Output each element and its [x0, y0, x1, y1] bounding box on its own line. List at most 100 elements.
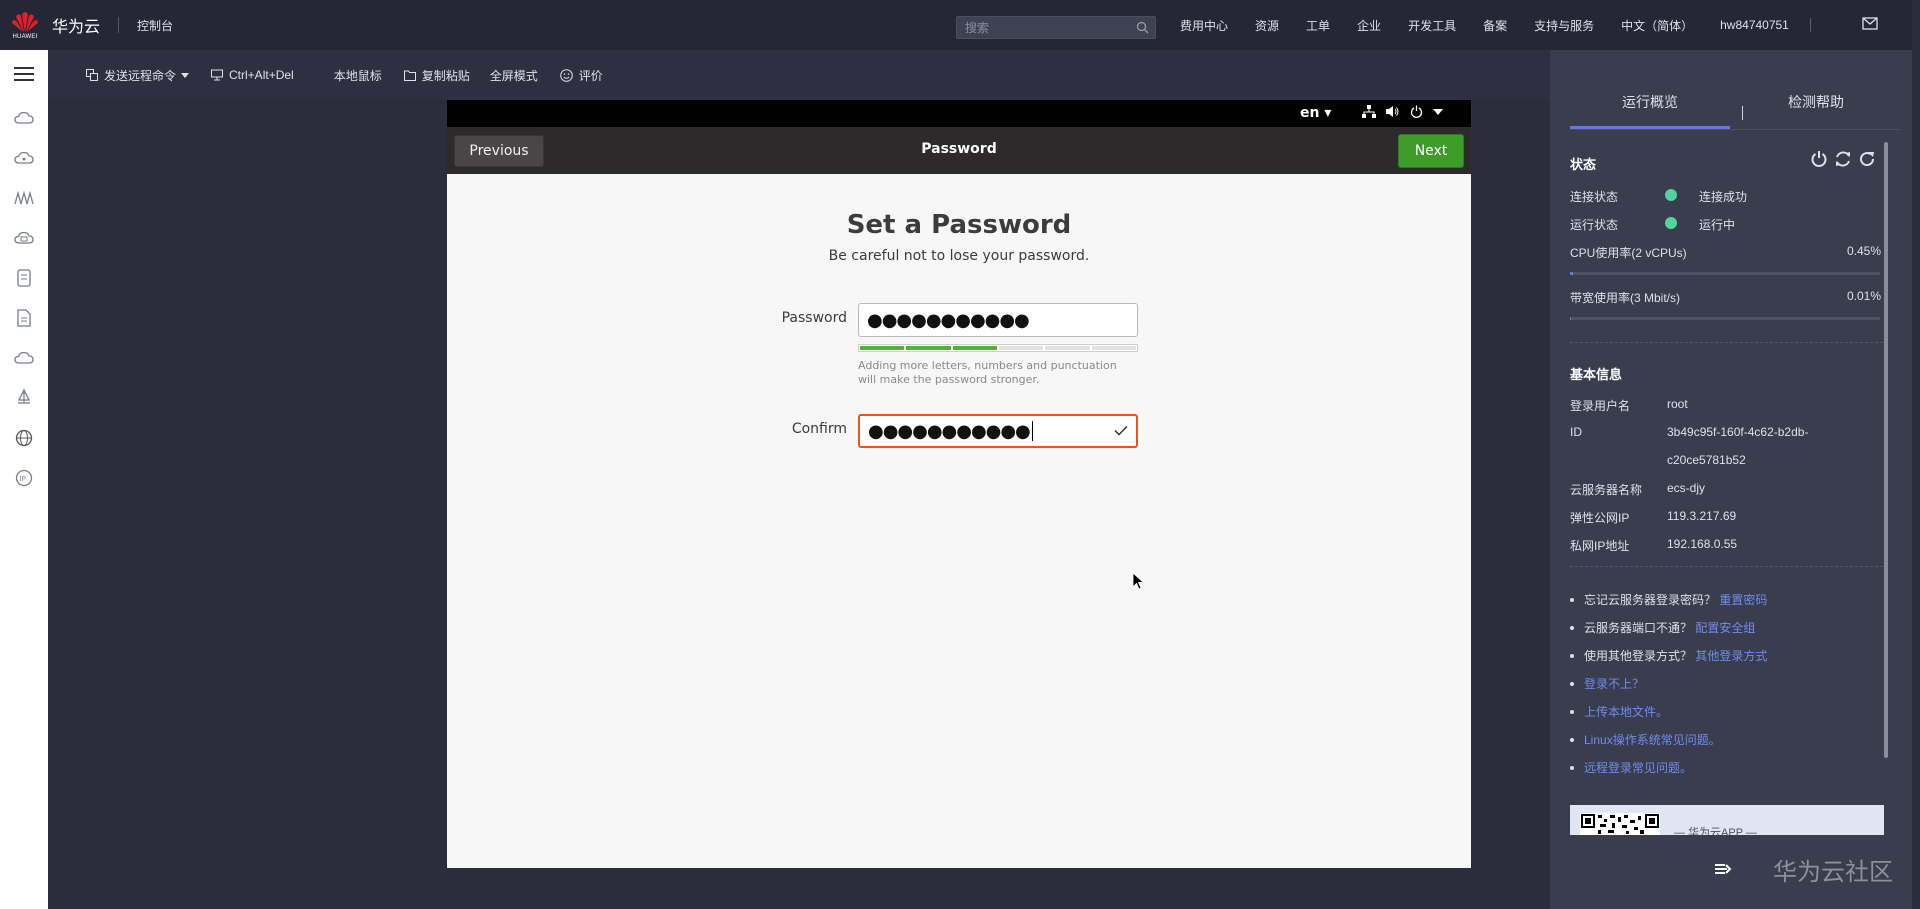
- remote-screen[interactable]: en ▾ Previous Password Next Set a Passwo…: [447, 100, 1471, 868]
- tab-overview[interactable]: 运行概览: [1622, 92, 1678, 112]
- password-field[interactable]: ●●●●●●●●●●●: [858, 303, 1138, 337]
- fullscreen-button[interactable]: 全屏模式: [490, 67, 538, 84]
- local-mouse-button[interactable]: 本地鼠标: [334, 67, 382, 84]
- mouse-pointer-icon: [1133, 573, 1144, 590]
- ctrl-alt-del-button[interactable]: Ctrl+Alt+Del: [211, 68, 294, 82]
- remote-login-faq-link[interactable]: 远程登录常见问题。: [1584, 759, 1692, 776]
- status-title: 状态: [1570, 157, 1597, 172]
- bandwidth-usage-fill: [1570, 317, 1571, 320]
- connection-status-value: 连接成功: [1699, 190, 1748, 204]
- nav-language[interactable]: 中文（简体）: [1621, 17, 1693, 34]
- refresh-icon[interactable]: [1858, 150, 1876, 168]
- volume-icon: [1386, 106, 1399, 117]
- document-icon: [17, 309, 31, 327]
- ip-icon: IP: [15, 469, 33, 487]
- tab-help[interactable]: 检测帮助: [1788, 92, 1844, 112]
- bandwidth-usage-bar: [1570, 317, 1880, 320]
- console-link[interactable]: 控制台: [137, 17, 173, 34]
- rail-item-cloud[interactable]: [0, 98, 48, 138]
- strength-segment: [998, 346, 1044, 350]
- nav-enterprise[interactable]: 企业: [1357, 17, 1381, 34]
- instance-controls: [1804, 150, 1876, 168]
- nav-billing[interactable]: 费用中心: [1180, 17, 1228, 34]
- site-name[interactable]: 华为云: [52, 13, 100, 37]
- confirm-field[interactable]: ●●●●●●●●●●●: [858, 414, 1138, 448]
- nav-filing[interactable]: 备案: [1483, 17, 1507, 34]
- vm-top-panel: en ▾: [447, 100, 1471, 127]
- next-button[interactable]: Next: [1398, 134, 1464, 168]
- divider: [1809, 18, 1811, 32]
- rail-item-bridge[interactable]: [0, 178, 48, 218]
- nav-support[interactable]: 支持与服务: [1534, 17, 1594, 34]
- password-label: Password: [781, 310, 847, 326]
- reset-password-link[interactable]: 重置密码: [1719, 591, 1767, 608]
- divider: [1742, 106, 1743, 120]
- password-strength-bar: [858, 344, 1138, 352]
- other-login-link[interactable]: 其他登录方式: [1695, 647, 1767, 664]
- search-icon[interactable]: [1136, 21, 1149, 34]
- search-box[interactable]: [956, 16, 1156, 39]
- power-icon[interactable]: [1810, 150, 1828, 168]
- panel-scrollbar[interactable]: [1884, 142, 1888, 758]
- app-banner[interactable]: — 华为云APP —: [1570, 805, 1884, 835]
- strength-segment: [906, 346, 951, 350]
- language-label: en: [1300, 105, 1320, 121]
- network-status-icon: [1362, 105, 1376, 118]
- rail-item-cloud-outline[interactable]: [0, 338, 48, 378]
- password-hint: Adding more letters, numbers and punctua…: [858, 359, 1117, 386]
- rail-item-server[interactable]: [0, 258, 48, 298]
- huawei-logo-icon: [12, 11, 38, 32]
- strength-segment: [860, 346, 905, 350]
- nav-username[interactable]: hw84740751: [1720, 18, 1789, 32]
- restart-icon[interactable]: [1834, 150, 1852, 168]
- nav-devtools[interactable]: 开发工具: [1408, 17, 1456, 34]
- divider: [1570, 566, 1888, 567]
- huawei-logo[interactable]: HUAWEI: [0, 0, 50, 50]
- bandwidth-usage-label: 带宽使用率(3 Mbit/s): [1570, 291, 1681, 305]
- basic-info-title: 基本信息: [1570, 367, 1623, 382]
- language-indicator[interactable]: en ▾: [1300, 105, 1331, 121]
- cpu-usage-value: 0.45%: [1846, 244, 1881, 258]
- send-command-label: 发送远程命令: [104, 68, 177, 83]
- cpu-usage-bar: [1570, 272, 1880, 275]
- collapse-panel-icon[interactable]: [1714, 862, 1732, 876]
- text-caret: [1031, 421, 1033, 441]
- menu-button[interactable]: [0, 50, 48, 98]
- rate-button[interactable]: 评价: [559, 67, 603, 84]
- search-input[interactable]: [957, 17, 1127, 38]
- rail-item-storage[interactable]: [0, 218, 48, 258]
- nav-tickets[interactable]: 工单: [1306, 17, 1330, 34]
- chevron-down-icon: [1433, 108, 1443, 115]
- linux-faq-link[interactable]: Linux操作系统常见问题。: [1584, 731, 1721, 748]
- rail-item-document[interactable]: [0, 298, 48, 338]
- rail-item-deploy[interactable]: [0, 378, 48, 418]
- login-user-label: 登录用户名: [1570, 399, 1631, 413]
- security-group-link[interactable]: 配置安全组: [1695, 619, 1755, 636]
- password-value: ●●●●●●●●●●●: [867, 309, 1030, 331]
- help-text: 云服务器端口不通？: [1584, 621, 1693, 635]
- send-command-dropdown[interactable]: 发送远程命令: [86, 67, 190, 84]
- system-tray[interactable]: [1362, 105, 1453, 118]
- nav-resources[interactable]: 资源: [1255, 17, 1279, 34]
- page-scrollbar[interactable]: [1912, 0, 1920, 909]
- fullscreen-label: 全屏模式: [489, 68, 538, 83]
- remote-toolbar: 发送远程命令 Ctrl+Alt+Del 本地鼠标 复制粘贴 全屏模式 评价: [48, 50, 1550, 100]
- upload-file-link[interactable]: 上传本地文件。: [1584, 703, 1668, 720]
- running-status-dot: [1665, 217, 1677, 229]
- bridge-icon: [14, 191, 34, 205]
- copy-paste-label: 复制粘贴: [421, 68, 470, 83]
- server-name-value: ecs-djy: [1667, 481, 1706, 495]
- help-item: 上传本地文件。: [1570, 703, 1668, 720]
- rail-item-network[interactable]: [0, 138, 48, 178]
- rail-item-ip[interactable]: IP: [0, 458, 48, 498]
- help-item: 登录不上？: [1570, 675, 1644, 692]
- copy-paste-button[interactable]: 复制粘贴: [403, 67, 470, 84]
- help-text: 使用其他登录方式？: [1584, 649, 1693, 663]
- help-item: Linux操作系统常见问题。: [1570, 731, 1721, 748]
- cannot-login-link[interactable]: 登录不上？: [1584, 675, 1644, 692]
- mail-icon[interactable]: [1862, 17, 1878, 30]
- monitor-icon: [211, 69, 224, 81]
- rail-item-globe[interactable]: [0, 418, 48, 458]
- cpu-usage-fill: [1570, 272, 1574, 275]
- network-icon: [14, 151, 34, 164]
